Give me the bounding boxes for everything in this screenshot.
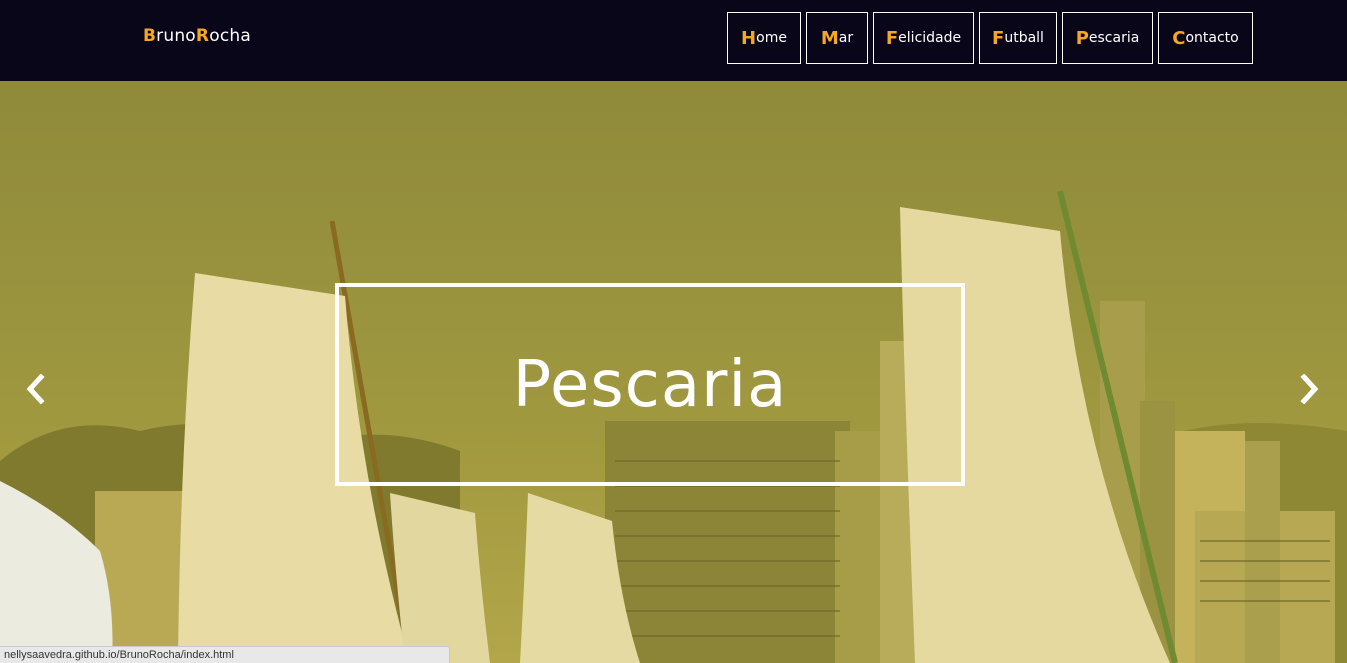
nav-item-initial: H bbox=[741, 27, 757, 49]
nav-item-label: ome bbox=[756, 30, 787, 46]
nav-item-label: utball bbox=[1004, 30, 1044, 46]
hero-carousel: Pescaria bbox=[0, 81, 1347, 663]
brand-text-1: runo bbox=[156, 26, 196, 46]
nav-item-initial: P bbox=[1075, 27, 1089, 49]
nav-item-home[interactable]: Home bbox=[727, 12, 801, 64]
hero-caption: Pescaria bbox=[512, 347, 788, 422]
carousel-next-button[interactable] bbox=[1295, 371, 1325, 407]
carousel-prev-button[interactable] bbox=[20, 371, 50, 407]
main-nav: Home Mar Felicidade Futball Pescaria Con… bbox=[727, 12, 1253, 64]
nav-item-futball[interactable]: Futball bbox=[979, 12, 1057, 64]
brand-initial-r: R bbox=[195, 26, 210, 46]
nav-item-label: escaria bbox=[1088, 30, 1140, 46]
hero-caption-box: Pescaria bbox=[335, 283, 965, 486]
nav-item-pescaria[interactable]: Pescaria bbox=[1062, 12, 1153, 64]
nav-item-initial: F bbox=[885, 27, 899, 49]
nav-item-mar[interactable]: Mar bbox=[806, 12, 868, 64]
nav-item-initial: F bbox=[992, 27, 1005, 49]
nav-item-felicidade[interactable]: Felicidade bbox=[873, 12, 974, 64]
chevron-right-icon bbox=[1300, 374, 1319, 404]
status-url: nellysaavedra.github.io/BrunoRocha/index… bbox=[4, 649, 234, 661]
nav-item-label: ontacto bbox=[1185, 30, 1239, 46]
nav-item-initial: M bbox=[820, 27, 839, 49]
brand-text-2: ocha bbox=[209, 26, 251, 46]
nav-item-contacto[interactable]: Contacto bbox=[1158, 12, 1253, 64]
brand-logo[interactable]: BrunoRocha bbox=[143, 26, 251, 46]
nav-item-label: elicidade bbox=[898, 30, 962, 46]
nav-item-label: ar bbox=[838, 30, 854, 46]
navbar: BrunoRocha Home Mar Felicidade Futball P… bbox=[0, 0, 1347, 81]
brand-initial-b: B bbox=[143, 26, 157, 46]
nav-item-initial: C bbox=[1172, 27, 1186, 49]
chevron-left-icon bbox=[26, 374, 45, 404]
building bbox=[1245, 441, 1280, 663]
sail bbox=[390, 493, 490, 663]
browser-status-bar: nellysaavedra.github.io/BrunoRocha/index… bbox=[0, 646, 450, 663]
